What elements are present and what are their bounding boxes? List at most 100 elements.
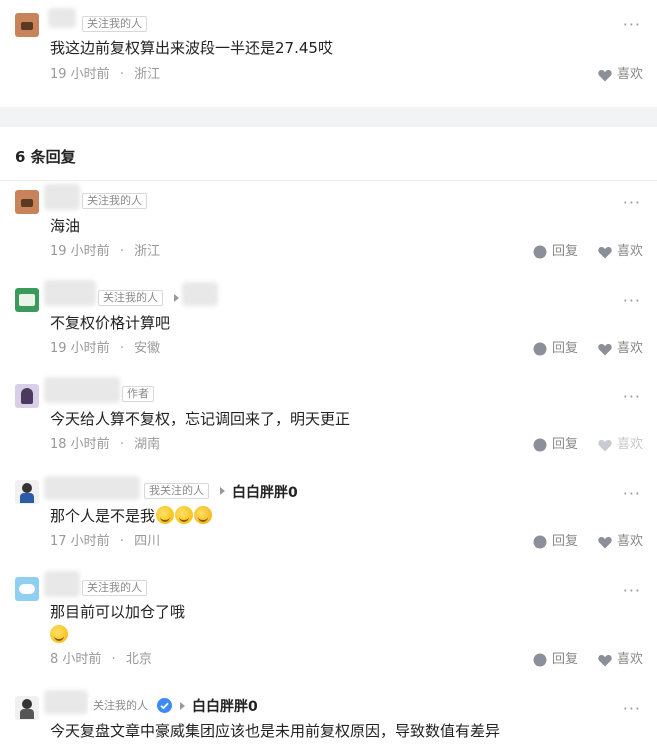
comment-text: 我这边前复权算出来波段一半还是27.45哎: [50, 39, 333, 57]
reply-text: 今天给人算不复权，忘记调回来了，明天更正: [50, 410, 351, 428]
heart-icon: [598, 69, 612, 81]
emoji-line: [50, 625, 68, 645]
username-blurred[interactable]: [44, 476, 140, 500]
like-label: 喜欢: [617, 341, 644, 356]
reply-time: 8 小时前: [50, 652, 102, 667]
comment-time: 19 小时前: [50, 67, 110, 82]
comment-meta: 19 小时前 · 浙江: [50, 67, 160, 83]
reply-label: 回复: [552, 244, 579, 259]
reply-target-name[interactable]: 白白胖胖0: [232, 482, 298, 502]
reply-text: 今天复盘文章中豪威集团应该也是未用前复权原因，导致数值有差异: [50, 722, 501, 740]
reply-label: 回复: [552, 437, 579, 452]
more-dots-icon[interactable]: ···: [623, 293, 641, 309]
relation-tag: 我关注的人: [144, 483, 209, 499]
heart-icon: [598, 439, 612, 451]
avatar[interactable]: [15, 13, 39, 37]
comment-bubble-icon: [533, 535, 547, 549]
avatar[interactable]: [15, 384, 39, 408]
reply-location: 安徽: [134, 341, 161, 356]
meta-separator: ·: [119, 67, 124, 82]
like-label: 喜欢: [617, 652, 644, 667]
relation-tag: 关注我的人: [82, 580, 147, 596]
avatar[interactable]: [15, 190, 39, 214]
relation-tag: 关注我的人: [88, 698, 153, 714]
username-blurred[interactable]: [44, 571, 80, 597]
reply-arrow-icon: [174, 294, 179, 302]
comment-bubble-icon: [533, 438, 547, 452]
more-dots-icon[interactable]: ···: [623, 583, 641, 599]
reply-text: 海油: [50, 217, 81, 235]
reply-time: 19 小时前: [50, 341, 110, 356]
reply-meta: 19 小时前 · 浙江: [50, 244, 160, 260]
reply-arrow-icon: [180, 702, 185, 710]
reply-arrow-icon: [220, 487, 225, 495]
reply-meta: 18 小时前 · 湖南: [50, 437, 160, 453]
more-dots-icon[interactable]: ···: [623, 195, 641, 211]
reply-label: 回复: [552, 534, 579, 549]
more-dots-icon[interactable]: ···: [623, 389, 641, 405]
meta-separator: ·: [119, 341, 124, 356]
reply-target-name[interactable]: 白白胖胖0: [192, 696, 258, 716]
reply-text: 那目前可以加仓了哦: [50, 603, 186, 621]
reply-text: 那个人是不是我: [50, 506, 213, 526]
like-label: 喜欢: [617, 534, 644, 549]
like-button[interactable]: 喜欢: [598, 67, 643, 83]
more-dots-icon[interactable]: ···: [623, 486, 641, 502]
reply-button[interactable]: 回复: [533, 341, 578, 357]
reply-location: 四川: [134, 534, 161, 549]
reply-button[interactable]: 回复: [533, 437, 578, 453]
author-tag: 作者: [122, 386, 154, 402]
replies-count-header: 6 条回复: [15, 148, 76, 166]
username-blurred[interactable]: [44, 377, 120, 403]
verified-check-icon: [157, 698, 172, 713]
username-blurred[interactable]: [44, 690, 88, 714]
heart-icon: [598, 343, 612, 355]
more-dots-icon[interactable]: ···: [623, 17, 641, 33]
reply-meta: 8 小时前 · 北京: [50, 652, 152, 668]
heart-icon: [598, 536, 612, 548]
reply-time: 18 小时前: [50, 437, 110, 452]
reply-item: 我关注的人 白白胖胖0 ··· 那个人是不是我 17 小时前 · 四川 回复 喜…: [0, 470, 657, 566]
avatar[interactable]: [15, 696, 39, 720]
emoji-icon: [156, 506, 175, 524]
reply-button[interactable]: 回复: [533, 244, 578, 260]
heart-icon: [598, 246, 612, 258]
top-comment: 关注我的人 ··· 我这边前复权算出来波段一半还是27.45哎 19 小时前 ·…: [0, 0, 657, 107]
reply-meta: 19 小时前 · 安徽: [50, 341, 160, 357]
username-blurred[interactable]: [48, 8, 76, 28]
reply-button[interactable]: 回复: [533, 652, 578, 668]
reply-target-blurred[interactable]: [182, 282, 218, 306]
meta-separator: ·: [119, 244, 124, 259]
comment-bubble-icon: [533, 245, 547, 259]
reply-button[interactable]: 回复: [533, 534, 578, 550]
reply-text: 不复权价格计算吧: [50, 314, 171, 332]
emoji-icon: [194, 506, 213, 524]
reply-location: 湖南: [134, 437, 161, 452]
more-dots-icon[interactable]: ···: [623, 701, 641, 717]
reply-location: 浙江: [134, 244, 161, 259]
username-blurred[interactable]: [44, 184, 80, 210]
like-button[interactable]: 喜欢: [598, 652, 643, 668]
username-blurred[interactable]: [44, 280, 96, 306]
comment-location: 浙江: [134, 67, 161, 82]
meta-separator: ·: [119, 534, 124, 549]
relation-tag: 关注我的人: [82, 16, 147, 32]
like-button[interactable]: 喜欢: [598, 437, 643, 453]
reply-item: 关注我的人 ··· 那目前可以加仓了哦 8 小时前 · 北京 回复 喜欢: [0, 567, 657, 684]
reply-item: 关注我的人 ··· 海油 19 小时前 · 浙江 回复 喜欢: [0, 180, 657, 275]
reply-label: 回复: [552, 341, 579, 356]
avatar[interactable]: [15, 577, 39, 601]
avatar[interactable]: [15, 288, 39, 312]
comment-bubble-icon: [533, 342, 547, 356]
reply-text-body: 那个人是不是我: [50, 507, 156, 525]
section-separator: [0, 107, 657, 127]
like-label: 喜欢: [617, 244, 644, 259]
meta-separator: ·: [119, 437, 124, 452]
like-button[interactable]: 喜欢: [598, 534, 643, 550]
heart-icon: [598, 654, 612, 666]
like-button[interactable]: 喜欢: [598, 244, 643, 260]
avatar[interactable]: [15, 480, 39, 504]
like-button[interactable]: 喜欢: [598, 341, 643, 357]
reply-meta: 17 小时前 · 四川: [50, 534, 160, 550]
meta-separator: ·: [111, 652, 116, 667]
